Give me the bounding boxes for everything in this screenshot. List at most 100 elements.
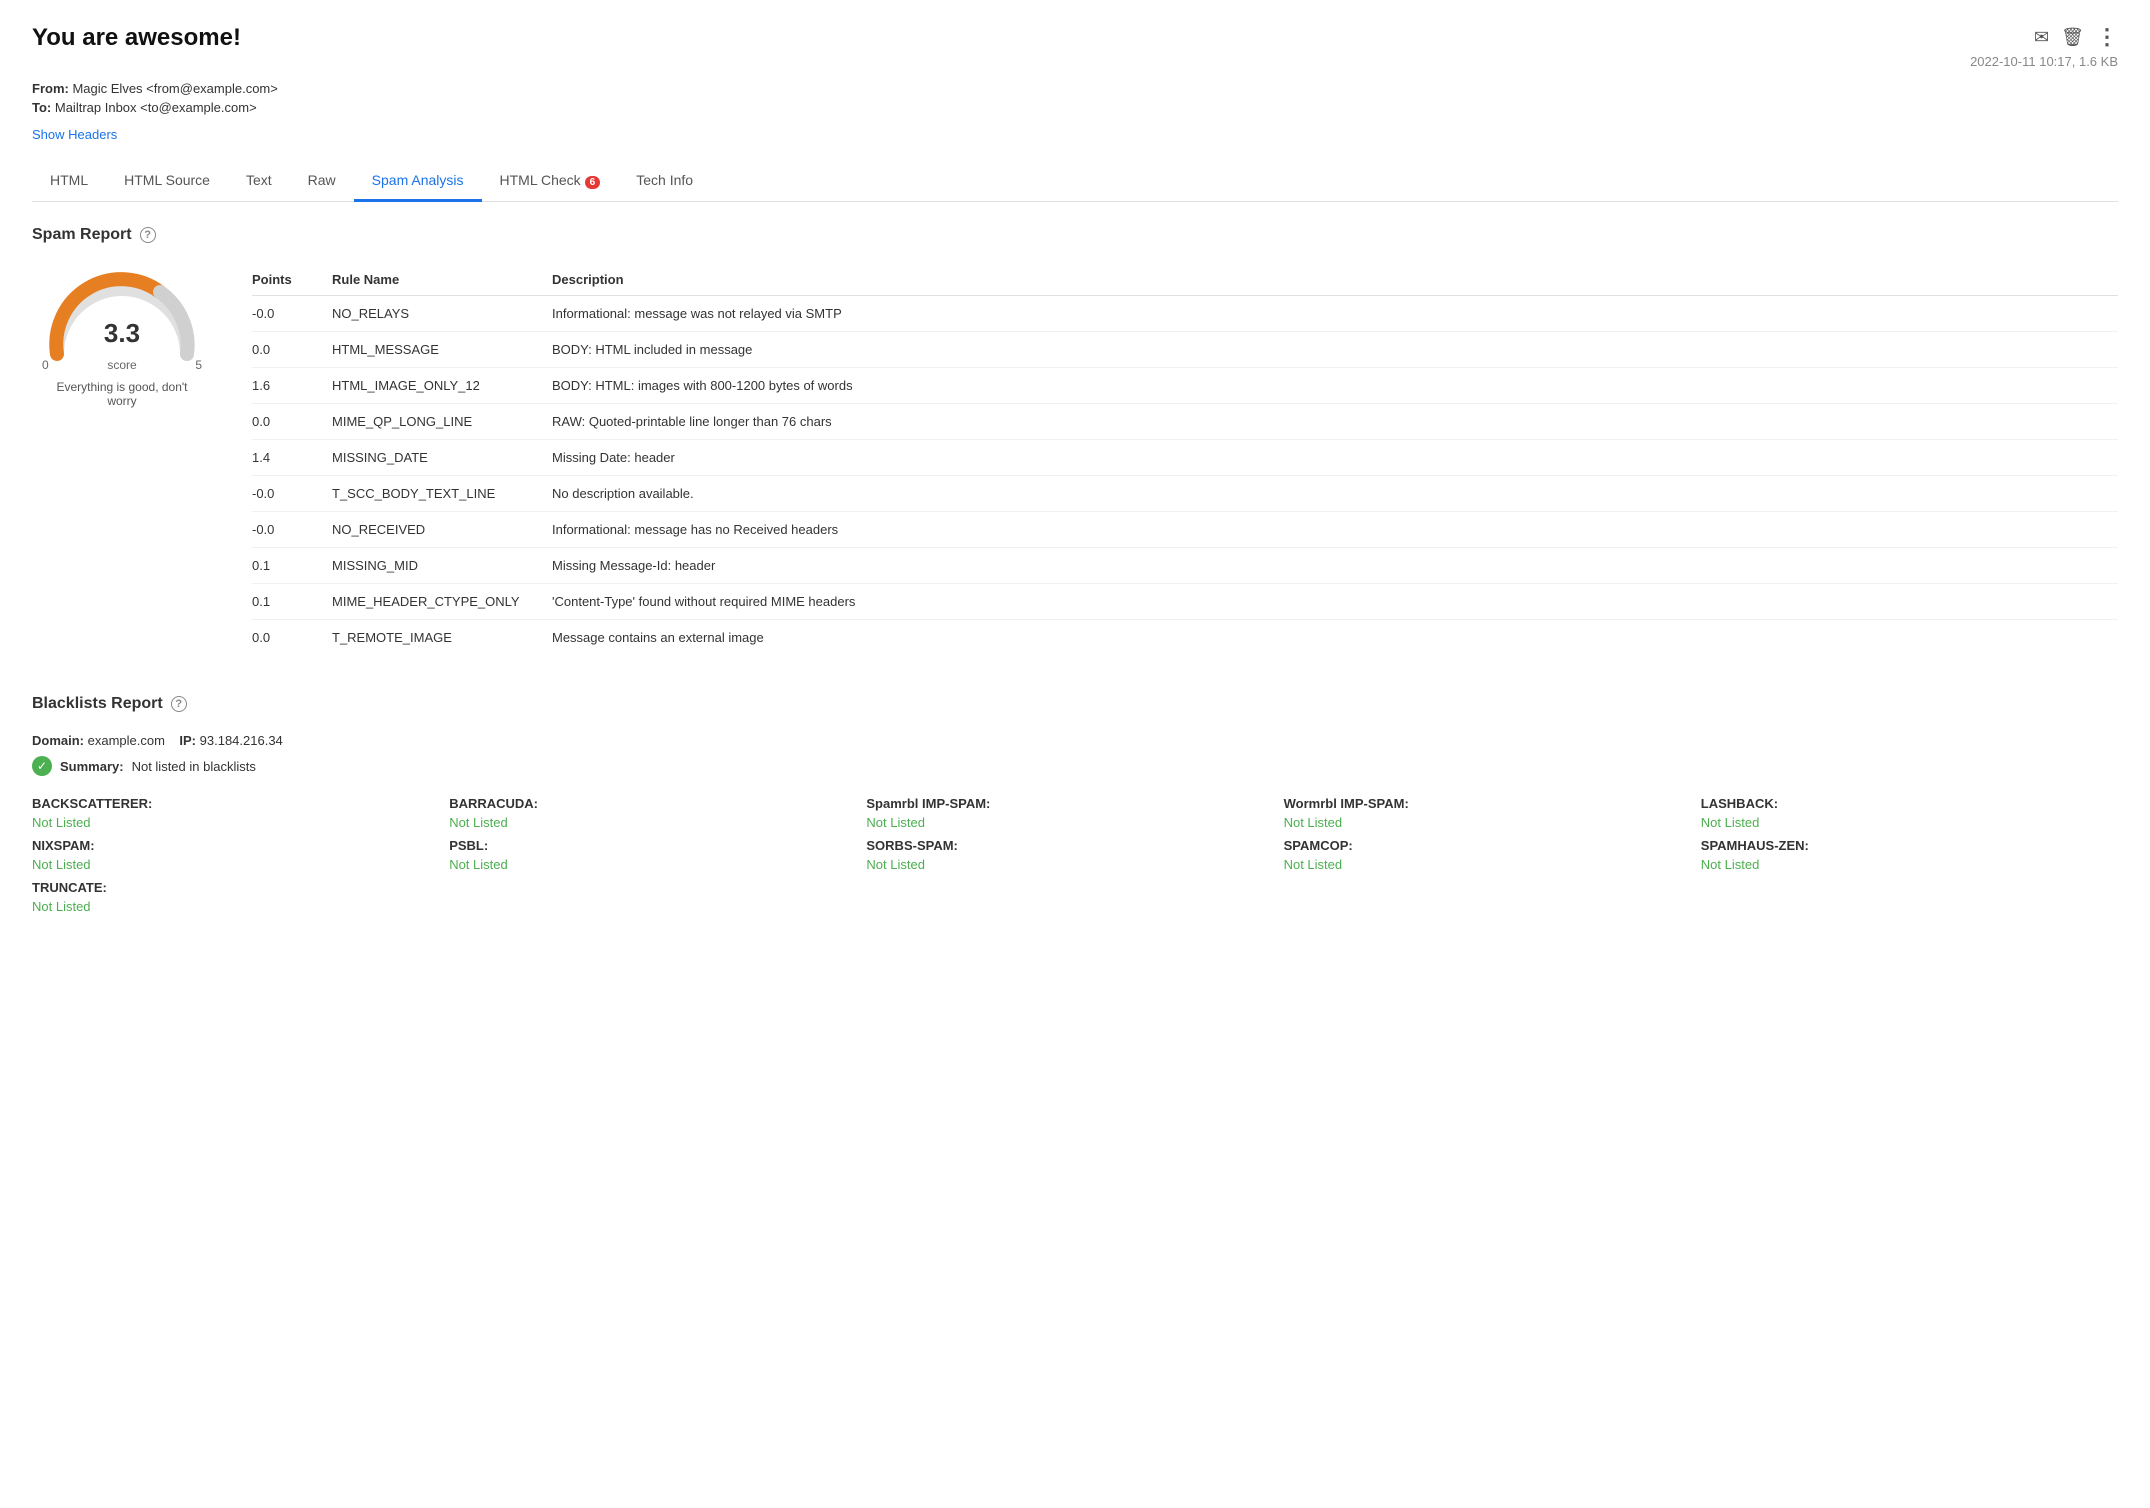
spam-rules-table: Points Rule Name Description -0.0 NO_REL… (252, 264, 2118, 655)
tab-html[interactable]: HTML (32, 162, 106, 202)
ip-label: IP: (179, 733, 196, 748)
blacklist-value: Not Listed (866, 857, 1283, 872)
cell-rule: HTML_IMAGE_ONLY_12 (332, 368, 552, 404)
blacklists-help-icon[interactable]: ? (171, 696, 187, 712)
more-icon[interactable]: ⋮ (2096, 24, 2118, 50)
table-row: 1.4 MISSING_DATE Missing Date: header (252, 440, 2118, 476)
blacklist-meta: Domain: example.com IP: 93.184.216.34 (32, 733, 2118, 748)
blacklist-item: Spamrbl IMP-SPAM: Not Listed (866, 796, 1283, 830)
to-label: To: (32, 100, 51, 115)
table-row: 1.6 HTML_IMAGE_ONLY_12 BODY: HTML: image… (252, 368, 2118, 404)
cell-points: 0.1 (252, 584, 332, 620)
blacklists-summary: ✓ Summary: Not listed in blacklists (32, 756, 2118, 776)
cell-rule: MISSING_MID (332, 548, 552, 584)
summary-value: Not listed in blacklists (132, 759, 256, 774)
ip-value: 93.184.216.34 (200, 733, 283, 748)
html-check-badge: 6 (585, 176, 601, 189)
blacklist-value: Not Listed (1284, 857, 1701, 872)
header-right: ✉ 🗑 ⋮ 2022-10-11 10:17, 1.6 KB (1970, 24, 2118, 69)
blacklist-label: TRUNCATE: (32, 880, 449, 895)
cell-points: 0.0 (252, 620, 332, 656)
table-row: 0.0 MIME_QP_LONG_LINE RAW: Quoted-printa… (252, 404, 2118, 440)
tab-spam-analysis[interactable]: Spam Analysis (354, 162, 482, 202)
table-row: -0.0 NO_RECEIVED Informational: message … (252, 512, 2118, 548)
blacklist-item: SPAMCOP: Not Listed (1284, 838, 1701, 872)
header-actions: ✉ 🗑 ⋮ (2034, 24, 2118, 50)
tab-html-source[interactable]: HTML Source (106, 162, 228, 202)
summary-label: Summary: (60, 759, 124, 774)
cell-points: 0.1 (252, 548, 332, 584)
tab-tech-info[interactable]: Tech Info (618, 162, 711, 202)
blacklist-item: LASHBACK: Not Listed (1701, 796, 2118, 830)
domain-value: example.com (88, 733, 165, 748)
cell-points: -0.0 (252, 296, 332, 332)
cell-rule: MIME_HEADER_CTYPE_ONLY (332, 584, 552, 620)
blacklist-value: Not Listed (32, 857, 449, 872)
email-title: You are awesome! (32, 24, 241, 52)
blacklist-item: PSBL: Not Listed (449, 838, 866, 872)
tab-html-check[interactable]: HTML Check6 (482, 162, 619, 202)
cell-rule: HTML_MESSAGE (332, 332, 552, 368)
cell-description: BODY: HTML included in message (552, 332, 2118, 368)
blacklist-label: Wormrbl IMP-SPAM: (1284, 796, 1701, 811)
cell-points: -0.0 (252, 476, 332, 512)
email-from: From: Magic Elves <from@example.com> (32, 81, 2118, 96)
blacklist-label: NIXSPAM: (32, 838, 449, 853)
cell-description: Informational: message was not relayed v… (552, 296, 2118, 332)
blacklist-label: Spamrbl IMP-SPAM: (866, 796, 1283, 811)
blacklist-value: Not Listed (449, 815, 866, 830)
cell-rule: MIME_QP_LONG_LINE (332, 404, 552, 440)
spam-report-title: Spam Report ? (32, 226, 2118, 244)
to-value: Mailtrap Inbox <to@example.com> (55, 100, 257, 115)
blacklist-item: SPAMHAUS-ZEN: Not Listed (1701, 838, 2118, 872)
show-headers-link[interactable]: Show Headers (32, 127, 117, 142)
blacklist-label: BACKSCATTERER: (32, 796, 449, 811)
forward-icon[interactable]: ✉ (2034, 27, 2049, 48)
email-header: You are awesome! ✉ 🗑 ⋮ 2022-10-11 10:17,… (32, 24, 2118, 69)
blacklist-value: Not Listed (866, 815, 1283, 830)
cell-description: RAW: Quoted-printable line longer than 7… (552, 404, 2118, 440)
blacklist-value: Not Listed (32, 899, 449, 914)
check-icon: ✓ (32, 756, 52, 776)
tab-raw[interactable]: Raw (290, 162, 354, 202)
blacklist-value: Not Listed (1701, 857, 2118, 872)
blacklist-item: NIXSPAM: Not Listed (32, 838, 449, 872)
cell-rule: MISSING_DATE (332, 440, 552, 476)
cell-description: Missing Message-Id: header (552, 548, 2118, 584)
table-row: 0.0 HTML_MESSAGE BODY: HTML included in … (252, 332, 2118, 368)
table-row: -0.0 NO_RELAYS Informational: message wa… (252, 296, 2118, 332)
blacklist-grid: BACKSCATTERER: Not Listed BARRACUDA: Not… (32, 796, 2118, 914)
blacklist-item: BARRACUDA: Not Listed (449, 796, 866, 830)
col-header-description: Description (552, 264, 2118, 296)
domain-label: Domain: (32, 733, 84, 748)
table-row: -0.0 T_SCC_BODY_TEXT_LINE No description… (252, 476, 2118, 512)
gauge-message: Everything is good, don't worry (42, 380, 202, 408)
table-row: 0.1 MISSING_MID Missing Message-Id: head… (252, 548, 2118, 584)
cell-points: -0.0 (252, 512, 332, 548)
cell-description: Message contains an external image (552, 620, 2118, 656)
cell-points: 0.0 (252, 332, 332, 368)
blacklist-item: Wormrbl IMP-SPAM: Not Listed (1284, 796, 1701, 830)
spam-report-help-icon[interactable]: ? (140, 227, 156, 243)
email-date: 2022-10-11 10:17, 1.6 KB (1970, 54, 2118, 69)
from-label: From: (32, 81, 69, 96)
table-row: 0.0 T_REMOTE_IMAGE Message contains an e… (252, 620, 2118, 656)
blacklist-label: SPAMHAUS-ZEN: (1701, 838, 2118, 853)
col-header-rule: Rule Name (332, 264, 552, 296)
email-to: To: Mailtrap Inbox <to@example.com> (32, 100, 2118, 115)
cell-rule: NO_RECEIVED (332, 512, 552, 548)
blacklist-item: BACKSCATTERER: Not Listed (32, 796, 449, 830)
blacklist-label: PSBL: (449, 838, 866, 853)
trash-icon[interactable]: 🗑 (2061, 27, 2084, 48)
blacklist-item: SORBS-SPAM: Not Listed (866, 838, 1283, 872)
from-value: Magic Elves <from@example.com> (72, 81, 277, 96)
table-row: 0.1 MIME_HEADER_CTYPE_ONLY 'Content-Type… (252, 584, 2118, 620)
blacklist-label: BARRACUDA: (449, 796, 866, 811)
blacklist-label: SPAMCOP: (1284, 838, 1701, 853)
tab-text[interactable]: Text (228, 162, 290, 202)
cell-rule: T_SCC_BODY_TEXT_LINE (332, 476, 552, 512)
blacklists-title: Blacklists Report ? (32, 695, 2118, 713)
cell-points: 1.6 (252, 368, 332, 404)
svg-text:3.3: 3.3 (104, 318, 140, 348)
cell-rule: NO_RELAYS (332, 296, 552, 332)
